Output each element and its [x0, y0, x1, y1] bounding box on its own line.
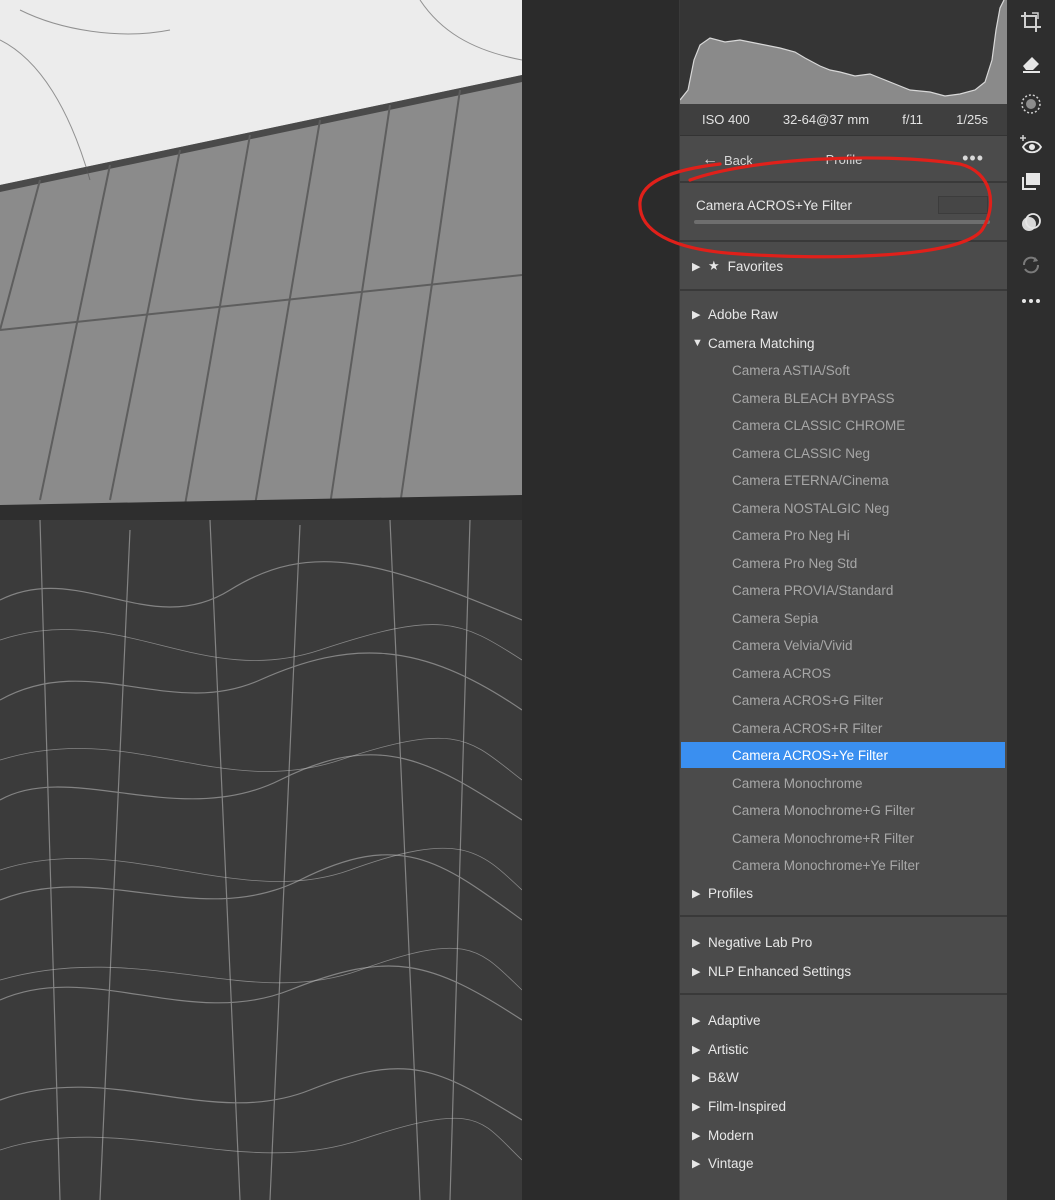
expand-triangle-icon: ▶ — [692, 1157, 701, 1170]
expand-triangle-icon: ▶ — [692, 1043, 701, 1056]
group-label: B&W — [708, 1069, 739, 1085]
tool-strip — [1007, 0, 1055, 1200]
profile-item[interactable]: Camera Velvia/Vivid — [681, 632, 1005, 658]
group-vintage[interactable]: ▶ Vintage — [680, 1151, 1008, 1175]
profile-item-label: Camera Monochrome+G Filter — [732, 802, 915, 818]
expand-triangle-icon: ▶ — [692, 308, 701, 321]
profile-item-label: Camera CLASSIC CHROME — [732, 417, 906, 433]
profile-item-label: Camera NOSTALGIC Neg — [732, 500, 890, 516]
profile-item-label: Camera ACROS+Ye Filter — [732, 747, 888, 763]
expand-triangle-icon: ▶ — [692, 936, 701, 949]
group-bw[interactable]: ▶ B&W — [680, 1065, 1008, 1089]
profile-item-label: Camera Pro Neg Hi — [732, 527, 850, 543]
profile-item[interactable]: Camera ACROS+R Filter — [681, 715, 1005, 741]
expand-triangle-icon: ▶ — [692, 1071, 701, 1084]
expand-triangle-icon: ▶ — [692, 887, 701, 900]
expand-triangle-icon: ▶ — [692, 1014, 701, 1027]
group-negative-lab-pro[interactable]: ▶ Negative Lab Pro — [680, 930, 1008, 954]
profile-item[interactable]: Camera Sepia — [681, 605, 1005, 631]
crop-icon[interactable] — [1019, 10, 1043, 34]
collapse-triangle-icon: ▼ — [692, 337, 703, 349]
profile-item[interactable]: Camera Pro Neg Hi — [681, 522, 1005, 548]
profile-item[interactable]: Camera ACROS+G Filter — [681, 687, 1005, 713]
profile-item[interactable]: Camera CLASSIC CHROME — [681, 412, 1005, 438]
histogram — [680, 0, 1008, 104]
divider — [680, 289, 1008, 291]
group-label: NLP Enhanced Settings — [708, 963, 852, 979]
profile-item-label: Camera ACROS — [732, 665, 832, 681]
profile-item-label: Camera CLASSIC Neg — [732, 445, 871, 461]
expand-triangle-icon: ▶ — [692, 1100, 701, 1113]
group-label: Adobe Raw — [708, 306, 778, 322]
profile-item-label: Camera BLEACH BYPASS — [732, 390, 895, 406]
profile-item-label: Camera Monochrome+Ye Filter — [732, 857, 920, 873]
profile-item[interactable]: Camera PROVIA/Standard — [681, 577, 1005, 603]
profile-item-label: Camera Monochrome+R Filter — [732, 830, 914, 846]
mask-icon[interactable] — [1019, 92, 1043, 116]
profile-item[interactable]: Camera CLASSIC Neg — [681, 440, 1005, 466]
divider — [680, 993, 1008, 995]
expand-triangle-icon: ▶ — [692, 1129, 701, 1142]
group-label: Profiles — [708, 885, 754, 901]
group-profiles[interactable]: ▶ Profiles — [680, 881, 1008, 905]
profile-item-label: Camera ACROS+R Filter — [732, 720, 883, 736]
red-eye-icon[interactable] — [1019, 133, 1043, 157]
group-artistic[interactable]: ▶ Artistic — [680, 1037, 1008, 1061]
profile-item-label: Camera Sepia — [732, 610, 819, 626]
group-label: Adaptive — [708, 1012, 761, 1028]
expand-triangle-icon: ▶ — [692, 965, 701, 978]
group-camera-matching[interactable]: ▼ Camera Matching — [680, 331, 1008, 355]
profile-item-label: Camera ASTIA/Soft — [732, 362, 850, 378]
aperture-value: f/11 — [902, 112, 923, 127]
profile-item-label: Camera Monochrome — [732, 775, 863, 791]
exif-info-bar: ISO 400 32-64@37 mm f/11 1/25s — [680, 104, 1008, 136]
sync-icon[interactable] — [1019, 253, 1043, 277]
group-label: Artistic — [708, 1041, 749, 1057]
group-adaptive[interactable]: ▶ Adaptive — [680, 1008, 1008, 1032]
presets-icon[interactable] — [1019, 170, 1043, 194]
profile-item-selected[interactable]: Camera ACROS+Ye Filter — [681, 742, 1005, 768]
shutter-value: 1/25s — [956, 112, 988, 127]
profile-item-label: Camera Pro Neg Std — [732, 555, 858, 571]
group-label: Vintage — [708, 1155, 754, 1171]
group-label: Modern — [708, 1127, 754, 1143]
photo-preview — [0, 0, 522, 1200]
profile-item[interactable]: Camera ETERNA/Cinema — [681, 467, 1005, 493]
profile-item[interactable]: Camera ACROS — [681, 660, 1005, 686]
profile-item[interactable]: Camera Monochrome+Ye Filter — [681, 852, 1005, 878]
profile-item[interactable]: Camera Pro Neg Std — [681, 550, 1005, 576]
profile-item[interactable]: Camera Monochrome+G Filter — [681, 797, 1005, 823]
group-modern[interactable]: ▶ Modern — [680, 1123, 1008, 1147]
group-label: Film-Inspired — [708, 1098, 787, 1114]
profile-item-label: Camera ETERNA/Cinema — [732, 472, 889, 488]
group-label: Negative Lab Pro — [708, 934, 813, 950]
profile-item-label: Camera ACROS+G Filter — [732, 692, 884, 708]
profile-item[interactable]: Camera ASTIA/Soft — [681, 357, 1005, 383]
eraser-icon[interactable] — [1019, 51, 1043, 75]
divider — [680, 915, 1008, 917]
profile-item-label: Camera PROVIA/Standard — [732, 582, 894, 598]
annotation-ellipse — [638, 156, 992, 259]
lens-value: 32-64@37 mm — [782, 112, 870, 127]
more-icon[interactable] — [1019, 289, 1043, 313]
group-label: Camera Matching — [708, 335, 815, 351]
group-nlp-enhanced-settings[interactable]: ▶ NLP Enhanced Settings — [680, 959, 1008, 983]
profile-item[interactable]: Camera Monochrome — [681, 770, 1005, 796]
group-film-inspired[interactable]: ▶ Film-Inspired — [680, 1094, 1008, 1118]
profile-item[interactable]: Camera Monochrome+R Filter — [681, 825, 1005, 851]
snapshots-icon[interactable] — [1019, 211, 1043, 235]
group-adobe-raw[interactable]: ▶ Adobe Raw — [680, 302, 1008, 326]
profile-item[interactable]: Camera BLEACH BYPASS — [681, 385, 1005, 411]
profile-item[interactable]: Camera NOSTALGIC Neg — [681, 495, 1005, 521]
iso-value: ISO 400 — [702, 112, 750, 127]
profile-item-label: Camera Velvia/Vivid — [732, 637, 853, 653]
